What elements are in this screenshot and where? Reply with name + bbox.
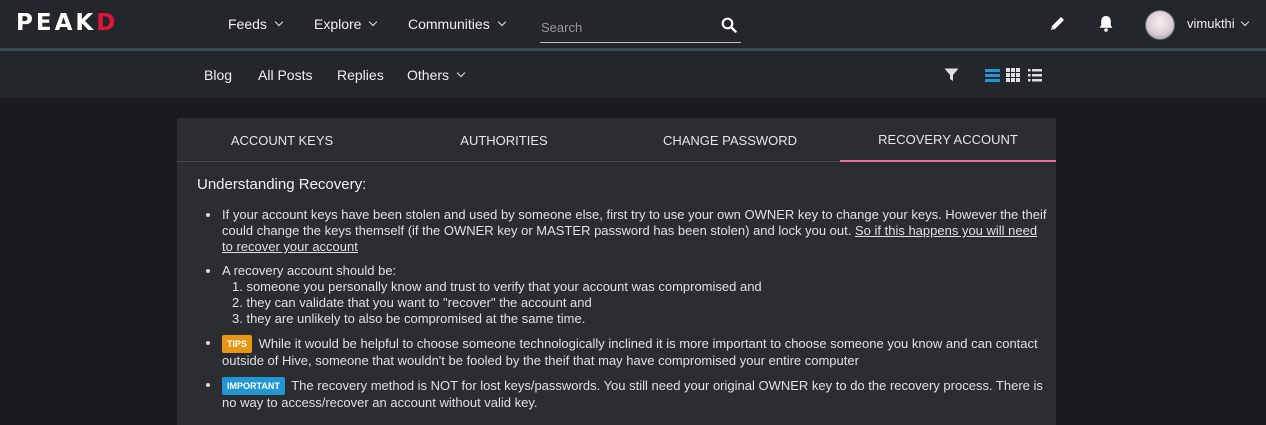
list-item: A recovery account should be: 1. someone… bbox=[197, 263, 1047, 327]
tab-change-password-label: CHANGE PASSWORD bbox=[662, 132, 798, 148]
tab-account-keys[interactable]: ACCOUNT KEYS bbox=[177, 118, 387, 162]
subnav-others[interactable]: Others bbox=[407, 67, 466, 83]
tips-badge: TIPS bbox=[222, 335, 253, 353]
filter-icon[interactable] bbox=[944, 68, 959, 85]
search-icon[interactable] bbox=[721, 17, 737, 36]
chevron-down-icon bbox=[369, 17, 378, 27]
subnav-replies-label: Replies bbox=[337, 67, 384, 83]
subnav-others-label: Others bbox=[407, 67, 450, 83]
bullet-text: A recovery account should be: bbox=[222, 263, 397, 278]
pencil-icon[interactable] bbox=[1048, 14, 1067, 36]
list-item: IMPORTANT The recovery method is NOT for… bbox=[197, 377, 1047, 411]
nav-explore-label: Explore bbox=[314, 16, 362, 32]
recovery-info-list: If your account keys have been stolen an… bbox=[197, 207, 1047, 411]
recovery-content: Understanding Recovery: If your account … bbox=[197, 176, 1047, 419]
logo-accent: D bbox=[96, 10, 119, 36]
tab-account-keys-label: ACCOUNT KEYS bbox=[230, 132, 334, 148]
important-badge: IMPORTANT bbox=[222, 377, 285, 395]
tips-text: While it would be helpful to choose some… bbox=[222, 336, 1038, 368]
section-heading: Understanding Recovery: bbox=[197, 176, 367, 193]
criteria-item: 2. they can validate that you want to "r… bbox=[232, 295, 592, 310]
sub-navbar: Blog All Posts Replies Others bbox=[0, 51, 1266, 98]
search-input[interactable] bbox=[540, 10, 710, 40]
bell-icon[interactable] bbox=[1097, 14, 1115, 36]
nav-feeds-label: Feeds bbox=[228, 16, 267, 32]
settings-tabs: ACCOUNT KEYS AUTHORITIES CHANGE PASSWORD… bbox=[177, 118, 1056, 162]
chevron-down-icon bbox=[1240, 17, 1249, 26]
nav-communities-label: Communities bbox=[408, 16, 490, 32]
tab-authorities-label: AUTHORITIES bbox=[460, 132, 548, 148]
nav-feeds[interactable]: Feeds bbox=[228, 16, 284, 32]
grid-view-icon[interactable] bbox=[1006, 68, 1020, 85]
list-item: If your account keys have been stolen an… bbox=[197, 207, 1047, 255]
avatar[interactable] bbox=[1145, 10, 1175, 40]
list-view-icon[interactable] bbox=[985, 69, 1000, 85]
compact-list-icon[interactable] bbox=[1028, 69, 1042, 85]
username-label: vimukthi bbox=[1187, 16, 1235, 31]
peakd-logo[interactable]: PEAKD bbox=[16, 10, 118, 36]
nav-explore[interactable]: Explore bbox=[314, 16, 378, 32]
search-box bbox=[540, 10, 741, 43]
subnav-replies[interactable]: Replies bbox=[337, 67, 384, 83]
recovery-panel: ACCOUNT KEYS AUTHORITIES CHANGE PASSWORD… bbox=[177, 118, 1056, 425]
tab-authorities[interactable]: AUTHORITIES bbox=[397, 118, 611, 162]
chevron-down-icon bbox=[497, 17, 506, 27]
tab-change-password[interactable]: CHANGE PASSWORD bbox=[620, 118, 840, 162]
subnav-blog[interactable]: Blog bbox=[204, 67, 232, 83]
subnav-blog-label: Blog bbox=[204, 67, 233, 83]
list-item: TIPS While it would be helpful to choose… bbox=[197, 335, 1047, 369]
important-text: The recovery method is NOT for lost keys… bbox=[222, 378, 1043, 410]
logo-text: PEAK bbox=[16, 10, 97, 36]
chevron-down-icon bbox=[456, 68, 466, 78]
subnav-all-posts[interactable]: All Posts bbox=[258, 67, 312, 83]
criteria-item: 1. someone you personally know and trust… bbox=[232, 279, 762, 294]
subnav-all-posts-label: All Posts bbox=[258, 67, 313, 83]
tab-recovery-account[interactable]: RECOVERY ACCOUNT bbox=[840, 118, 1056, 162]
tab-recovery-account-label: RECOVERY ACCOUNT bbox=[878, 131, 1018, 147]
user-menu[interactable]: vimukthi bbox=[1187, 16, 1249, 31]
top-navbar: PEAKD Feeds Explore Communities vimukthi bbox=[0, 0, 1266, 48]
chevron-down-icon bbox=[274, 17, 284, 27]
criteria-list: 1. someone you personally know and trust… bbox=[222, 279, 1047, 327]
criteria-item: 3. they are unlikely to also be compromi… bbox=[232, 311, 586, 326]
nav-communities[interactable]: Communities bbox=[408, 16, 506, 32]
